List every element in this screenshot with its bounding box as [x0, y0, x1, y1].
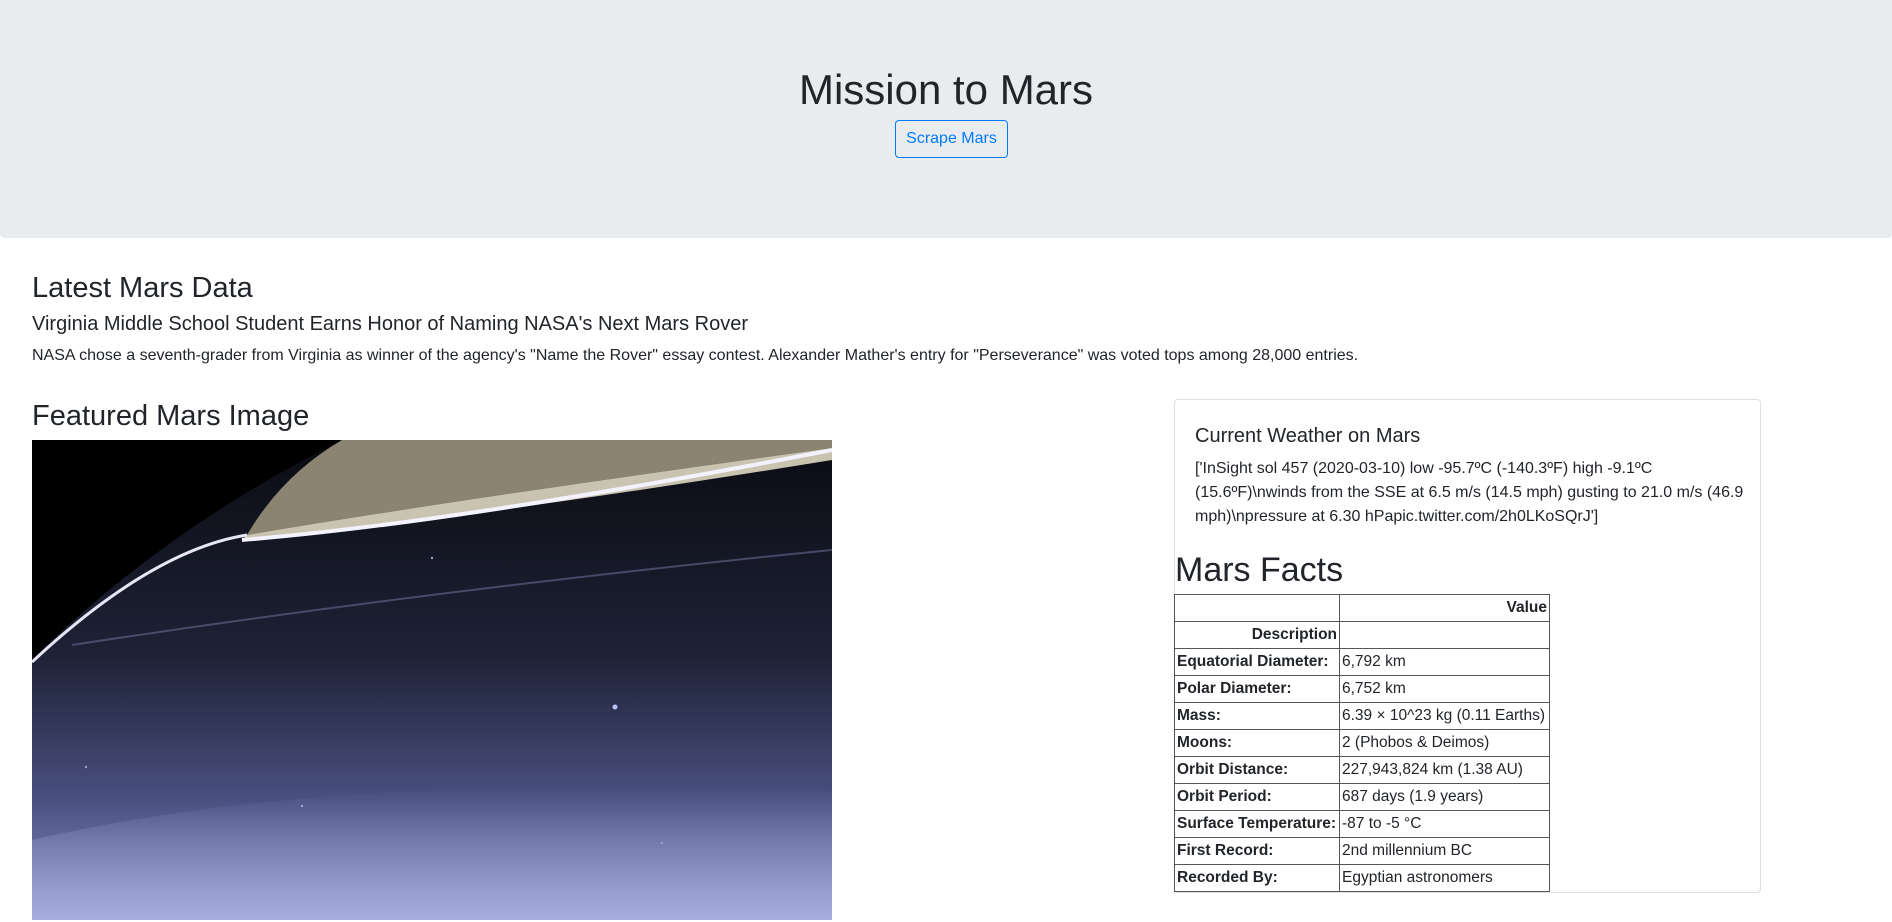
fact-value: 687 days (1.9 years): [1339, 783, 1550, 811]
fact-key: Orbit Distance:: [1174, 756, 1340, 784]
news-headline: Virginia Middle School Student Earns Hon…: [32, 313, 748, 335]
header-blank-cell: [1174, 594, 1340, 622]
fact-value: 6,752 km: [1339, 675, 1550, 703]
weather-text: ['InSight sol 457 (2020-03-10) low -95.7…: [1195, 460, 1744, 525]
table-row: Surface Temperature: -87 to -5 °C: [1174, 810, 1550, 838]
news-paragraph: NASA chose a seventh-grader from Virgini…: [32, 347, 1359, 364]
fact-key: Recorded By:: [1174, 864, 1340, 892]
index-name-cell: Description: [1174, 621, 1340, 649]
table-row: First Record: 2nd millennium BC: [1174, 837, 1550, 865]
mars-facts-title: Mars Facts: [1175, 551, 1344, 589]
fact-key: Polar Diameter:: [1174, 675, 1340, 703]
weather-title: Current Weather on Mars: [1195, 425, 1421, 447]
fact-value: 2 (Phobos & Deimos): [1339, 729, 1550, 757]
index-blank-cell: [1339, 621, 1550, 649]
fact-value: -87 to -5 °C: [1339, 810, 1550, 838]
fact-value: 2nd millennium BC: [1339, 837, 1550, 865]
table-index-row: Description: [1174, 621, 1550, 649]
jumbotron-header: Mission to Mars Scrape Mars: [0, 0, 1892, 238]
fact-key: Orbit Period:: [1174, 783, 1340, 811]
table-row: Equatorial Diameter: 6,792 km: [1174, 648, 1550, 676]
table-row: Polar Diameter: 6,752 km: [1174, 675, 1550, 703]
fact-key: Surface Temperature:: [1174, 810, 1340, 838]
table-row: Moons: 2 (Phobos & Deimos): [1174, 729, 1550, 757]
featured-mars-image: [32, 440, 832, 920]
table-header-row: Value: [1174, 594, 1550, 622]
latest-data-title: Latest Mars Data: [32, 272, 253, 304]
fact-value: 6,792 km: [1339, 648, 1550, 676]
fact-key: Mass:: [1174, 702, 1340, 730]
table-row: Orbit Distance: 227,943,824 km (1.38 AU): [1174, 756, 1550, 784]
fact-key: Equatorial Diameter:: [1174, 648, 1340, 676]
table-row: Mass: 6.39 × 10^23 kg (0.11 Earths): [1174, 702, 1550, 730]
fact-value: 6.39 × 10^23 kg (0.11 Earths): [1339, 702, 1550, 730]
fact-key: Moons:: [1174, 729, 1340, 757]
featured-image-title: Featured Mars Image: [32, 400, 310, 432]
mars-facts-table: Value Description Equatorial Diameter: 6,…: [1174, 594, 1550, 892]
table-row: Orbit Period: 687 days (1.9 years): [1174, 783, 1550, 811]
fact-value: 227,943,824 km (1.38 AU): [1339, 756, 1550, 784]
page-title: Mission to Mars: [798, 66, 1094, 113]
scrape-mars-button[interactable]: Scrape Mars: [895, 120, 1008, 158]
fact-value: Egyptian astronomers: [1339, 864, 1550, 892]
fact-key: First Record:: [1174, 837, 1340, 865]
table-row: Recorded By: Egyptian astronomers: [1174, 864, 1550, 892]
header-value-cell: Value: [1339, 594, 1550, 622]
